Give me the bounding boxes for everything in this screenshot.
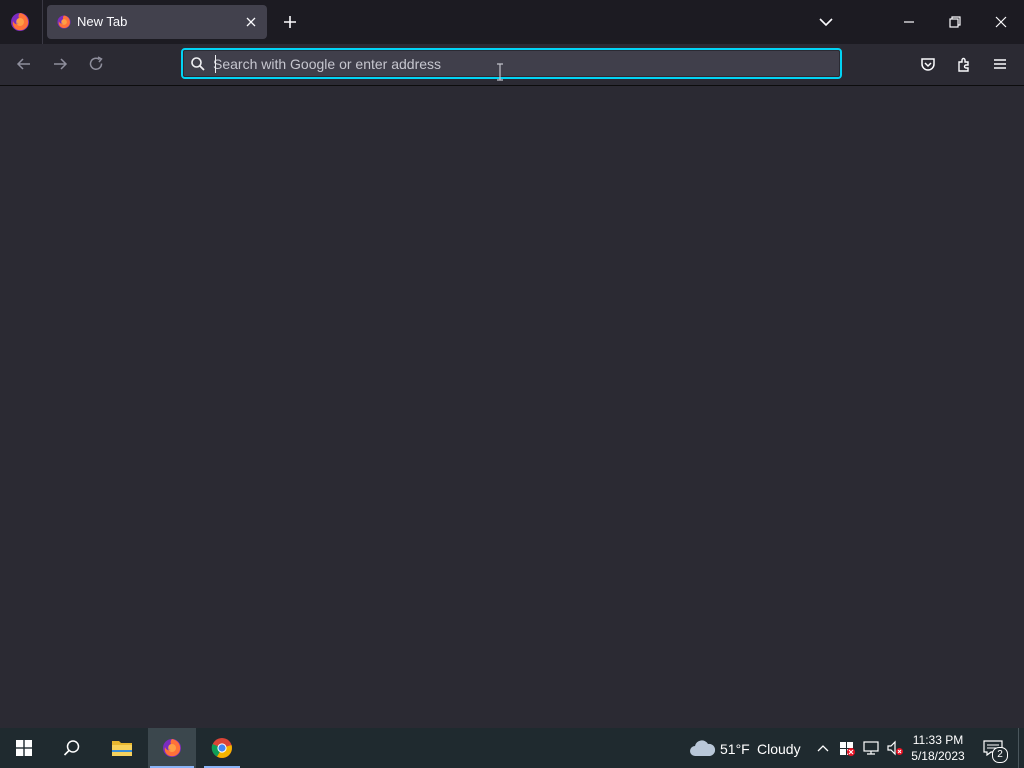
menu-icon[interactable] xyxy=(990,54,1010,74)
reload-icon[interactable] xyxy=(86,54,106,74)
weather-widget[interactable]: 51°F Cloudy xyxy=(686,728,806,768)
cloud-icon xyxy=(690,740,716,756)
taskbar-file-explorer[interactable] xyxy=(98,728,146,768)
weather-temperature: 51°F xyxy=(720,741,750,757)
navigation-toolbar xyxy=(0,44,1024,86)
windows-start-icon xyxy=(16,740,32,756)
minimize-icon[interactable] xyxy=(899,12,919,32)
clock-date: 5/18/2023 xyxy=(911,749,965,763)
page-content xyxy=(0,86,1024,728)
chrome-icon xyxy=(211,738,232,758)
arrow-right-icon[interactable] xyxy=(50,54,70,74)
taskbar: 51°F Cloudy 11:33 PM 5/18/2023 2 xyxy=(0,728,1024,768)
clock-time: 11:33 PM xyxy=(912,733,964,747)
search-input[interactable] xyxy=(213,54,813,74)
arrow-left-icon[interactable] xyxy=(14,54,34,74)
taskbar-firefox[interactable] xyxy=(148,728,196,768)
search-icon xyxy=(191,57,205,71)
notification-count-badge: 2 xyxy=(992,747,1008,763)
pocket-icon[interactable] xyxy=(918,54,938,74)
weather-condition: Cloudy xyxy=(757,741,801,757)
firefox-icon xyxy=(57,15,71,29)
close-icon[interactable] xyxy=(991,12,1011,32)
extensions-icon[interactable] xyxy=(954,54,974,74)
plus-icon[interactable] xyxy=(280,12,300,32)
tab-separator xyxy=(42,0,43,44)
show-desktop-button[interactable] xyxy=(1018,728,1024,768)
volume-muted-icon[interactable] xyxy=(886,739,904,757)
search-icon xyxy=(63,740,80,756)
system-clock[interactable]: 11:33 PM 5/18/2023 xyxy=(905,732,971,764)
taskbar-chrome[interactable] xyxy=(198,728,246,768)
tab-new-tab[interactable]: New Tab xyxy=(47,5,267,39)
firefox-icon xyxy=(163,739,181,757)
taskbar-search-button[interactable] xyxy=(48,728,96,768)
text-cursor-icon xyxy=(497,63,503,81)
close-icon[interactable] xyxy=(243,14,259,30)
start-button[interactable] xyxy=(0,728,48,768)
tab-title: New Tab xyxy=(77,14,128,29)
network-icon[interactable] xyxy=(862,739,880,757)
firefox-icon[interactable] xyxy=(9,11,31,33)
security-icon[interactable] xyxy=(838,739,856,757)
chevron-down-icon[interactable] xyxy=(816,12,836,32)
address-bar[interactable] xyxy=(181,48,842,81)
file-explorer-icon xyxy=(112,741,132,756)
tab-strip: New Tab xyxy=(0,0,1024,44)
text-caret xyxy=(215,55,216,73)
restore-icon[interactable] xyxy=(945,12,965,32)
chevron-up-icon[interactable] xyxy=(815,740,831,756)
